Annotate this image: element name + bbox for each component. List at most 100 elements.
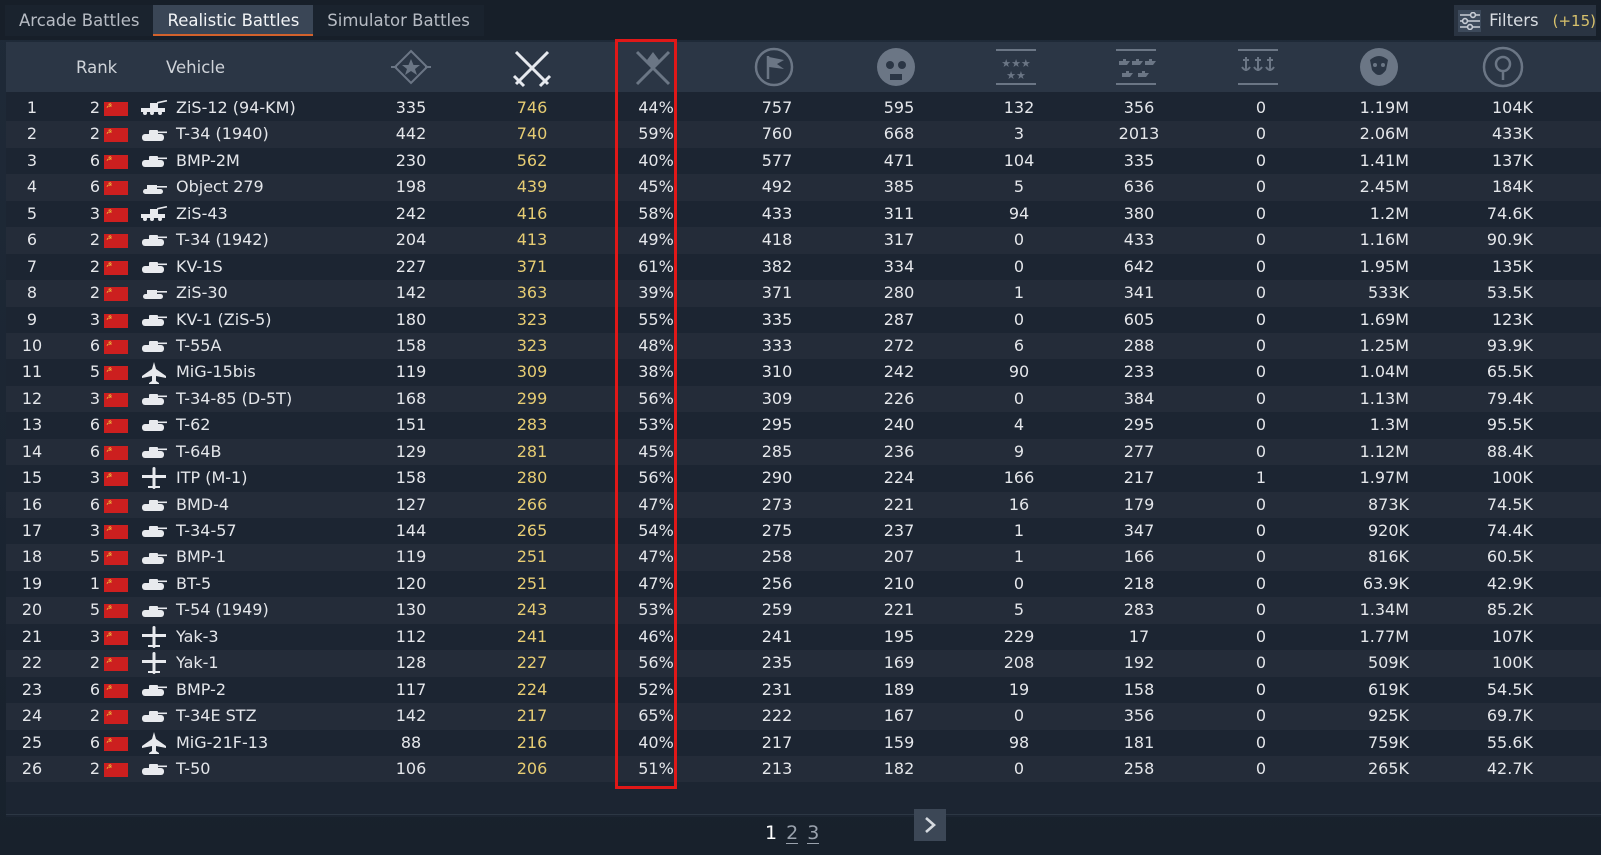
filters-count-badge: (+15)	[1552, 11, 1596, 30]
cell-exp: 619K	[1367, 679, 1409, 699]
tab-simulator-battles[interactable]: Simulator Battles	[313, 5, 484, 36]
tank-icon	[140, 677, 168, 703]
table-row[interactable]: 9 3 ☭ KV-1 (ZiS-5) 180 323 55% 335 287 0 605 0 1.69M…	[6, 307, 1601, 333]
cell-battles: 198	[395, 177, 427, 197]
table-row[interactable]: 19 1 ☭ BT-5 120 251 47% 256 210 0 218 0 63.9K 42.9K	[6, 571, 1601, 597]
jet-icon	[140, 730, 168, 756]
cell-respawns: 416	[516, 203, 548, 223]
cell-akills: 90	[1008, 362, 1030, 382]
table-row[interactable]: 14 6 ☭ T-64B 129 281 45% 285 236 9 277 0 1.12M 88.4K	[6, 439, 1601, 465]
table-row[interactable]: 15 3 ☭ ITP (M-1) 158 280 56% 290 224 166 217 1 1.97M…	[6, 465, 1601, 491]
filters-button[interactable]: Filters (+15)	[1454, 5, 1596, 36]
cell-deaths: 371	[761, 283, 793, 303]
table-row[interactable]: 3 6 ☭ BMP-2M 230 562 40% 577 471 104 335 0 1.41M 137K	[6, 148, 1601, 174]
table-row[interactable]: 1 2 ☭ ZiS-12 (94-KM) 335 746 44% 757 595 132 356 0 1…	[6, 95, 1601, 121]
cell-exp: 265K	[1367, 758, 1409, 778]
table-row[interactable]: 18 5 ☭ BMP-1 119 251 47% 258 207 1 166 0 816K 60.5K	[6, 544, 1601, 570]
cell-battles: 119	[395, 362, 427, 382]
tank-icon	[140, 544, 168, 570]
cell-gkills: 311	[883, 203, 915, 223]
tab-arcade-battles[interactable]: Arcade Battles	[5, 5, 154, 36]
page-2-link[interactable]: 2	[786, 823, 799, 844]
silver-lions-icon[interactable]	[1473, 42, 1533, 92]
cell-deaths: 259	[761, 600, 793, 620]
respawns-icon[interactable]	[502, 42, 562, 92]
row-index: 10	[21, 335, 43, 355]
cell-nkills: 0	[1255, 177, 1267, 197]
vehicle-name: T-34 (1942)	[176, 230, 269, 250]
ussr-flag-icon: ☭	[104, 498, 128, 513]
table-row[interactable]: 24 2 ☭ T-34E STZ 142 217 65% 222 167 0 356 0 925K 69.…	[6, 703, 1601, 729]
cell-exp: 1.34M	[1359, 600, 1409, 620]
ussr-flag-icon: ☭	[104, 260, 128, 275]
column-header-rank[interactable]: Rank	[76, 42, 136, 92]
table-row[interactable]: 11 5 ☭ MiG-15bis 119 309 38% 310 242 90 233 0 1.04M 6…	[6, 359, 1601, 385]
cell-deaths: 275	[761, 521, 793, 540]
cell-nkills: 0	[1255, 494, 1267, 514]
ground-kills-icon[interactable]	[866, 42, 926, 92]
ussr-flag-icon: ☭	[104, 657, 128, 672]
cell-nkills: 0	[1255, 256, 1267, 276]
cell-akills: 94	[1008, 203, 1030, 223]
table-row[interactable]: 5 3 ☭ ZiS-43 242 416 58% 433 311 94 380 0 1.2M 74.6K	[6, 201, 1601, 227]
cell-gkills: 385	[883, 177, 915, 197]
cell-akills: 98	[1008, 732, 1030, 752]
cell-assist: 356	[1123, 98, 1155, 117]
page-1-link[interactable]: 1	[765, 822, 777, 844]
table-row[interactable]: 12 3 ☭ T-34-85 (D-5T) 168 299 56% 309 226 0 384 0 1.…	[6, 386, 1601, 412]
table-row[interactable]: 22 2 ☭ Yak-1 128 227 56% 235 169 208 192 0 509K 100K	[6, 650, 1601, 676]
page-3-link[interactable]: 3	[807, 823, 820, 844]
cell-respawns: 266	[516, 494, 548, 514]
cell-respawns: 281	[516, 441, 548, 461]
cell-battles: 242	[395, 203, 427, 223]
cell-akills: 5	[1013, 600, 1025, 620]
table-row[interactable]: 20 5 ☭ T-54 (1949) 130 243 53% 259 221 5 283 0 1.34M…	[6, 597, 1601, 623]
table-row[interactable]: 23 6 ☭ BMP-2 117 224 52% 231 189 19 158 0 619K 54.5K	[6, 677, 1601, 703]
tank-icon	[140, 307, 168, 333]
cell-assist: 192	[1123, 653, 1155, 673]
vehicle-name: T-54 (1949)	[176, 600, 269, 620]
table-row[interactable]: 10 6 ☭ T-55A 158 323 48% 333 272 6 288 0 1.25M 93.9K	[6, 333, 1601, 359]
vehicle-name: BMP-2M	[176, 150, 240, 170]
cell-sl: 100K	[1491, 653, 1533, 673]
table-row[interactable]: 8 2 ☭ ZiS-30 142 363 39% 371 280 1 341 0 533K 53.5K	[6, 280, 1601, 306]
table-row[interactable]: 17 3 ☭ T-34-57 144 265 54% 275 237 1 347 0 920K 74.4K	[6, 518, 1601, 544]
table-row[interactable]: 13 6 ☭ T-62 151 283 53% 295 240 4 295 0 1.3M 95.5K	[6, 412, 1601, 438]
table-row[interactable]: 7 2 ☭ KV-1S 227 371 61% 382 334 0 642 0 1.95M 135K	[6, 254, 1601, 280]
table-row[interactable]: 16 6 ☭ BMD-4 127 266 47% 273 221 16 179 0 873K 74.5K	[6, 492, 1601, 518]
cell-gkills: 242	[883, 362, 915, 382]
cell-respawns: 206	[516, 758, 548, 778]
cell-assist: 158	[1123, 679, 1155, 699]
cell-sl: 42.9K	[1486, 573, 1533, 593]
ussr-flag-icon: ☭	[104, 419, 128, 434]
table-row[interactable]: 25 6 ☭ MiG-21F-13 88 216 40% 217 159 98 181 0 759K 55…	[6, 730, 1601, 756]
cell-exp: 1.25M	[1359, 335, 1409, 355]
next-page-button[interactable]	[914, 809, 946, 841]
cell-assist: 218	[1123, 573, 1155, 593]
table-row[interactable]: 26 2 ☭ T-50 106 206 51% 213 182 0 258 0 265K 42.7K	[6, 756, 1601, 782]
svg-text:★★: ★★	[1006, 69, 1026, 82]
cell-sl: 55.6K	[1486, 732, 1533, 752]
table-row[interactable]: 6 2 ☭ T-34 (1942) 204 413 49% 418 317 0 433 0 1.16M 9…	[6, 227, 1601, 253]
cell-sl: 60.5K	[1486, 547, 1533, 567]
naval-kills-icon[interactable]	[1228, 42, 1288, 92]
cell-assist: 642	[1123, 256, 1155, 276]
cell-battles: 127	[395, 494, 427, 514]
column-header-vehicle[interactable]: Vehicle	[166, 42, 266, 92]
air-kills-icon[interactable]: ★★★ ★★	[986, 42, 1046, 92]
table-row[interactable]: 2 2 ☭ T-34 (1940) 442 740 59% 760 668 3 2013 0 2.06M…	[6, 121, 1601, 147]
assists-icon[interactable]	[1106, 42, 1166, 92]
row-index: 19	[21, 573, 43, 593]
cell-akills: 0	[1013, 230, 1025, 250]
cell-exp: 873K	[1367, 494, 1409, 514]
table-row[interactable]: 21 3 ☭ Yak-3 112 241 46% 241 195 229 17 0 1.77M 107K	[6, 624, 1601, 650]
experience-icon[interactable]	[1349, 42, 1409, 92]
table-row[interactable]: 4 6 ☭ Object 279 198 439 45% 492 385 5 636 0 2.45M 18…	[6, 174, 1601, 200]
cell-deaths: 222	[761, 706, 793, 726]
vehicle-name: T-64B	[176, 441, 222, 461]
deaths-icon[interactable]	[744, 42, 804, 92]
tab-realistic-battles[interactable]: Realistic Battles	[153, 5, 314, 36]
vehicle-name: BMP-2	[176, 679, 227, 699]
row-index: 11	[21, 362, 43, 382]
battles-icon[interactable]	[381, 42, 441, 92]
